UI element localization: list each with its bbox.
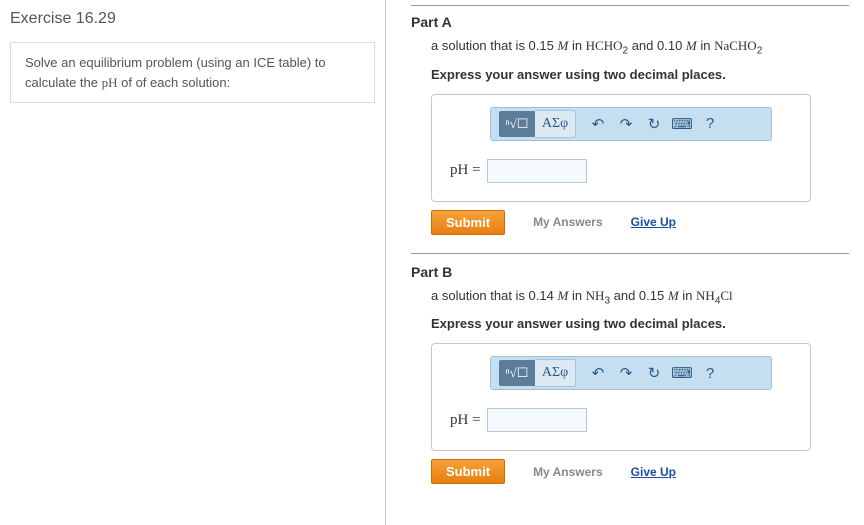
- part-b-instruction: Express your answer using two decimal pl…: [431, 316, 849, 331]
- my-answers-link[interactable]: My Answers: [533, 215, 603, 229]
- ph-label: pH =: [450, 412, 481, 429]
- help-icon[interactable]: ?: [696, 111, 724, 137]
- math-templates-button[interactable]: ⁿ√☐: [499, 360, 535, 386]
- equation-toolbar: ⁿ√☐ ΑΣφ ↶ ↷ ↻ ⌨ ?: [490, 107, 772, 141]
- keyboard-icon[interactable]: ⌨: [668, 111, 696, 137]
- equation-toolbar: ⁿ√☐ ΑΣφ ↶ ↷ ↻ ⌨ ?: [490, 356, 772, 390]
- divider: [411, 5, 849, 6]
- part-b-description: a solution that is 0.14 M in NH3 and 0.1…: [431, 288, 849, 307]
- math-templates-button[interactable]: ⁿ√☐: [499, 111, 535, 137]
- divider: [411, 253, 849, 254]
- part-a-answer-box: ⁿ√☐ ΑΣφ ↶ ↷ ↻ ⌨ ? pH =: [431, 94, 811, 202]
- help-icon[interactable]: ?: [696, 360, 724, 386]
- give-up-link[interactable]: Give Up: [631, 465, 676, 479]
- give-up-link[interactable]: Give Up: [631, 215, 676, 229]
- undo-icon[interactable]: ↶: [584, 360, 612, 386]
- part-a-title: Part A: [411, 14, 849, 30]
- greek-letters-button[interactable]: ΑΣφ: [535, 110, 576, 138]
- exercise-title: Exercise 16.29: [10, 10, 375, 28]
- submit-button[interactable]: Submit: [431, 459, 505, 484]
- reset-icon[interactable]: ↻: [640, 111, 668, 137]
- my-answers-link[interactable]: My Answers: [533, 465, 603, 479]
- problem-panel: Exercise 16.29 Solve an equilibrium prob…: [0, 0, 385, 525]
- part-a-instruction: Express your answer using two decimal pl…: [431, 67, 849, 82]
- greek-letters-button[interactable]: ΑΣφ: [535, 359, 576, 387]
- part-b-answer-box: ⁿ√☐ ΑΣφ ↶ ↷ ↻ ⌨ ? pH =: [431, 343, 811, 451]
- undo-icon[interactable]: ↶: [584, 111, 612, 137]
- reset-icon[interactable]: ↻: [640, 360, 668, 386]
- keyboard-icon[interactable]: ⌨: [668, 360, 696, 386]
- answer-panel: Part A a solution that is 0.15 M in HCHO…: [385, 0, 864, 525]
- ph-label: pH =: [450, 162, 481, 179]
- ph-input[interactable]: [487, 159, 587, 183]
- redo-icon[interactable]: ↷: [612, 111, 640, 137]
- ph-input[interactable]: [487, 408, 587, 432]
- part-a-description: a solution that is 0.15 M in HCHO2 and 0…: [431, 38, 849, 57]
- part-b-title: Part B: [411, 264, 849, 280]
- submit-button[interactable]: Submit: [431, 210, 505, 235]
- redo-icon[interactable]: ↷: [612, 360, 640, 386]
- problem-instruction: Solve an equilibrium problem (using an I…: [10, 42, 375, 103]
